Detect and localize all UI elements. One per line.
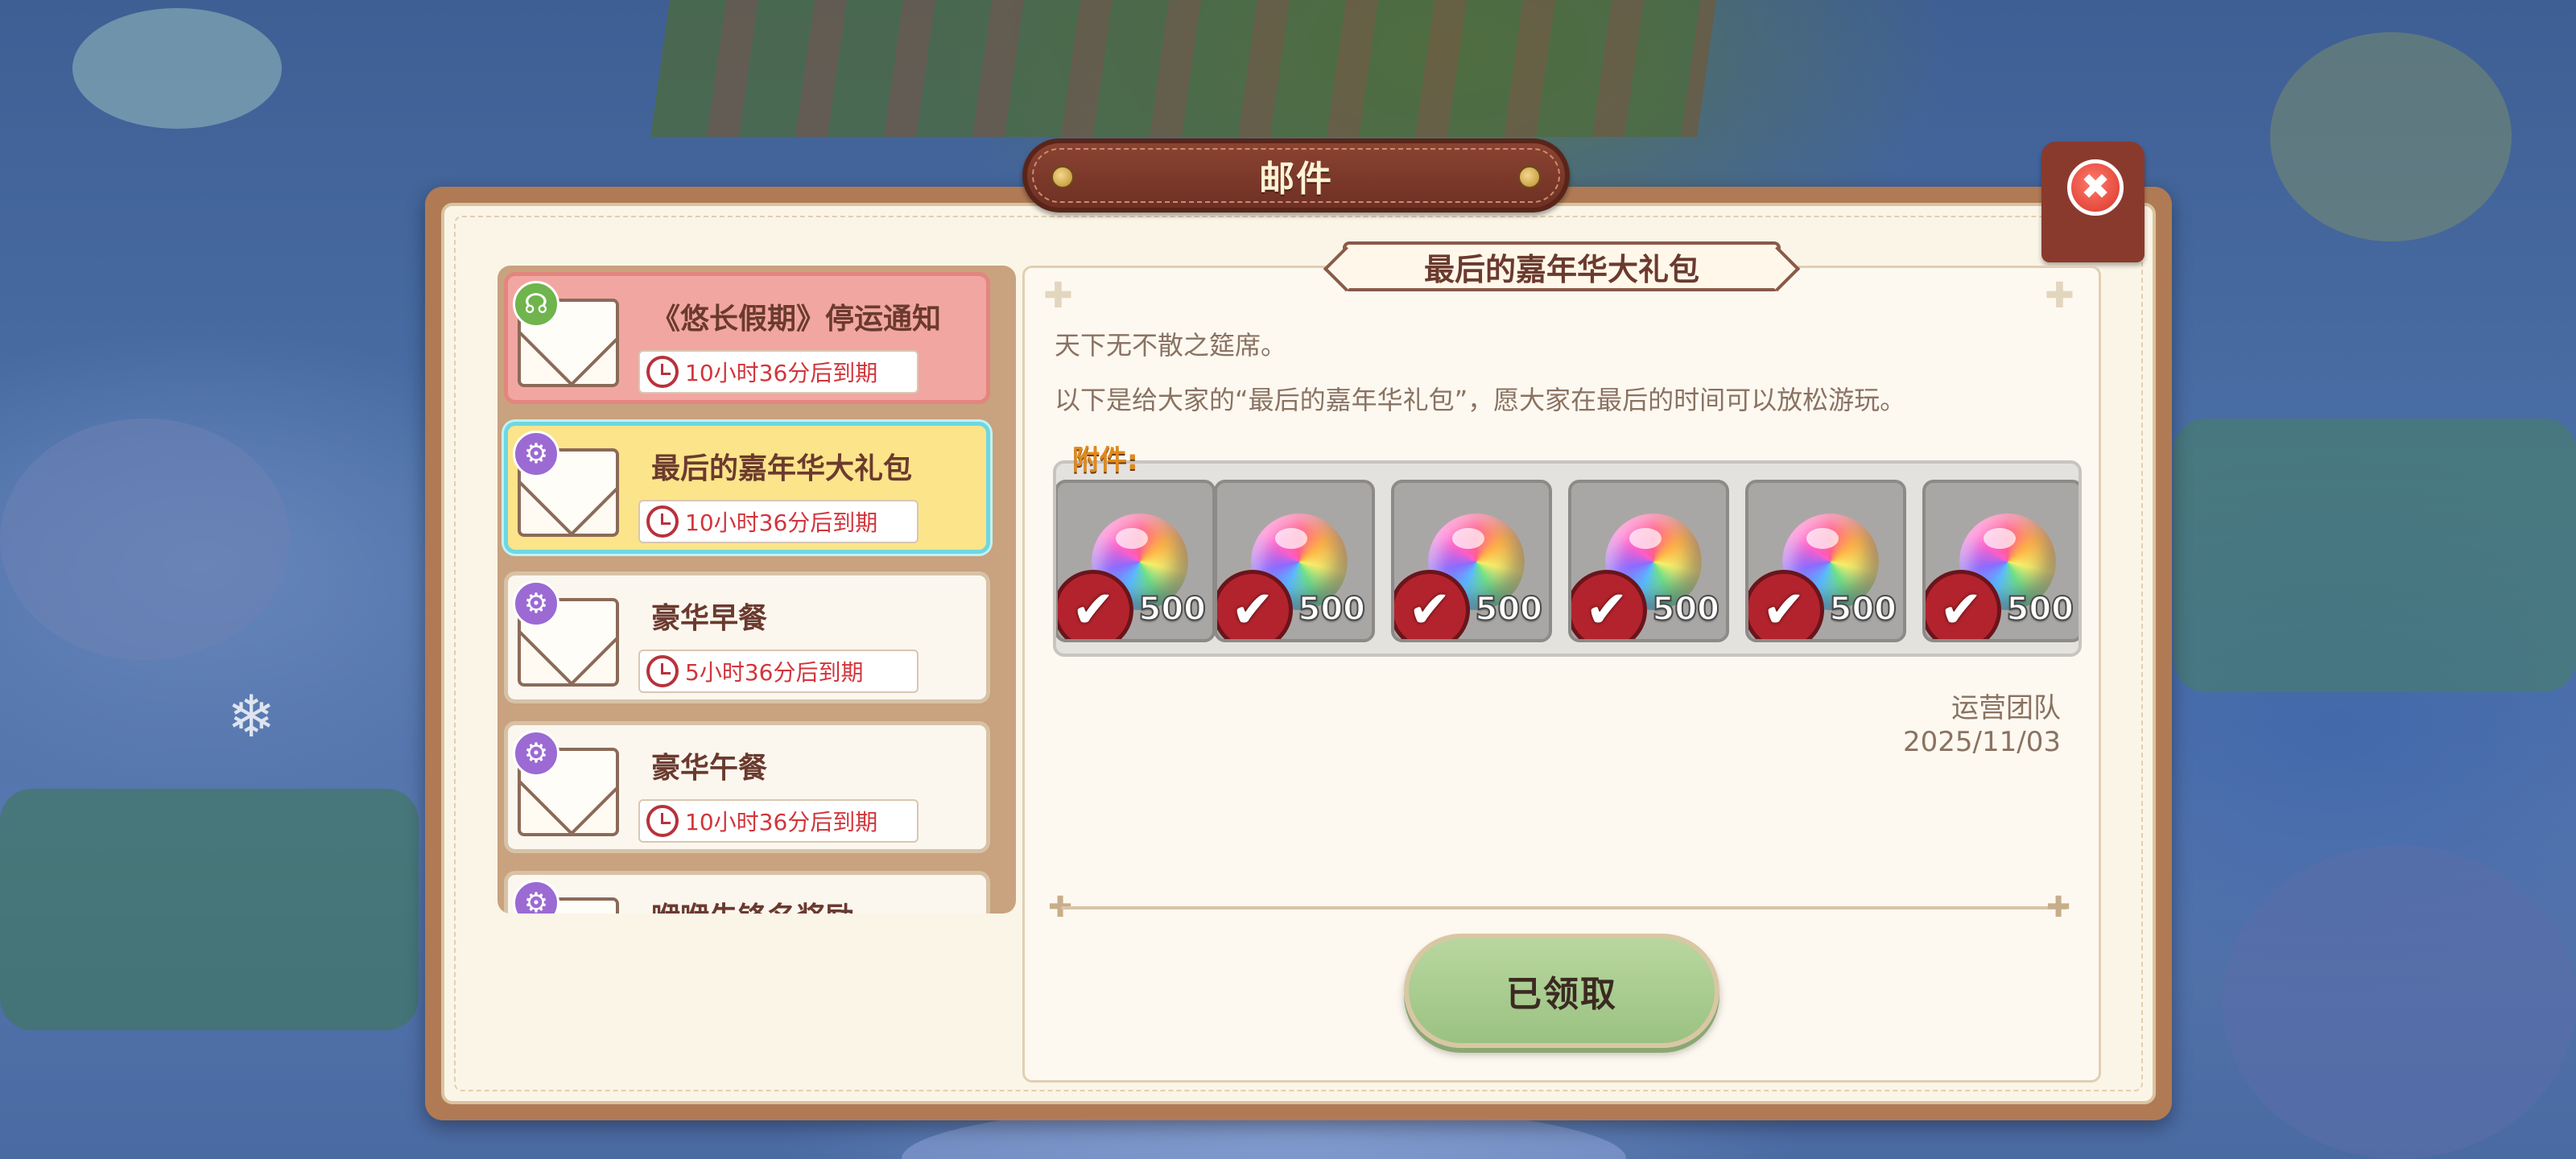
attachment-item[interactable]: ✔ 500 bbox=[1745, 480, 1906, 642]
mail-body-line: 天下无不散之筵席。 bbox=[1055, 330, 1287, 361]
mail-expiry: 10小时36分后到期 bbox=[638, 500, 919, 543]
mail-body-line: 以下是给大家的“最后的嘉年华礼包”，愿大家在最后的时间可以放松游玩。 bbox=[1055, 385, 1906, 415]
close-icon: ✖ bbox=[2080, 167, 2111, 208]
gear-icon: ⚙ bbox=[513, 580, 559, 627]
mail-item-title: 咿咿先锋名奖励 bbox=[651, 894, 854, 914]
headset-icon: ☊ bbox=[513, 281, 559, 328]
gear-icon: ⚙ bbox=[513, 431, 559, 477]
attachment-quantity: 500 bbox=[1829, 590, 1897, 629]
mail-expiry: 10小时36分后到期 bbox=[638, 350, 919, 394]
divider-cap-icon: ✚ bbox=[2046, 891, 2071, 924]
mail-item-title: 豪华午餐 bbox=[651, 752, 768, 785]
mail-expiry-text: 5小时36分后到期 bbox=[685, 659, 864, 686]
gear-icon: ⚙ bbox=[513, 880, 559, 914]
grass-patch bbox=[0, 789, 419, 1030]
mail-expiry-text: 10小时36分后到期 bbox=[685, 809, 878, 835]
content-divider bbox=[1061, 906, 2067, 909]
claimed-button-label: 已领取 bbox=[1506, 974, 1617, 1015]
alarm-clock-icon bbox=[646, 505, 679, 538]
attachment-quantity: 500 bbox=[1138, 590, 1207, 629]
attachment-item[interactable]: ✔ 500 bbox=[1056, 480, 1216, 642]
screw-icon bbox=[1051, 166, 1074, 188]
alarm-clock-icon bbox=[646, 655, 679, 687]
rock bbox=[2222, 845, 2576, 1159]
attachments-list[interactable]: ✔ 500 ✔ 500 ✔ 500 ✔ 500 ✔ 500 ✔ 500 bbox=[1053, 460, 2082, 657]
mail-expiry-text: 10小时36分后到期 bbox=[685, 360, 878, 386]
alarm-clock-icon bbox=[646, 805, 679, 837]
cat-statue bbox=[2270, 32, 2512, 241]
mail-item[interactable]: ☊ 《悠长假期》停运通知 10小时36分后到期 bbox=[504, 272, 990, 404]
mail-item[interactable]: ⚙ 咿咿先锋名奖励 bbox=[504, 871, 990, 914]
gear-icon: ⚙ bbox=[513, 730, 559, 777]
tree-foliage bbox=[72, 8, 282, 129]
attachment-item[interactable]: ✔ 500 bbox=[1568, 480, 1729, 642]
dialog-title-plate: 邮件 bbox=[1022, 138, 1570, 212]
screw-icon bbox=[1518, 166, 1541, 188]
dialog-title: 邮件 bbox=[1259, 159, 1333, 200]
snowflake-icon: ❄ bbox=[227, 683, 276, 750]
attachment-item[interactable]: ✔ 500 bbox=[1391, 480, 1552, 642]
mail-item[interactable]: ⚙ 豪华早餐 5小时36分后到期 bbox=[504, 571, 990, 703]
attachment-quantity: 500 bbox=[1652, 590, 1720, 629]
close-button[interactable]: ✖ bbox=[2067, 159, 2124, 216]
mail-item[interactable]: ⚙ 豪华午餐 10小时36分后到期 bbox=[504, 721, 990, 853]
rock bbox=[0, 419, 290, 660]
attachment-item[interactable]: ✔ 500 bbox=[1922, 480, 2079, 642]
mail-expiry: 10小时36分后到期 bbox=[638, 799, 919, 843]
mail-sender: 运营团队 bbox=[1951, 692, 2061, 724]
mail-detail-title-plate: 最后的嘉年华大礼包 bbox=[1343, 241, 1781, 291]
corner-decoration-icon: ✚ bbox=[1043, 275, 1073, 316]
attachment-quantity: 500 bbox=[1298, 590, 1366, 629]
mail-item-title: 豪华早餐 bbox=[651, 602, 768, 635]
attachments-label: 附件: bbox=[1072, 444, 1138, 476]
mail-item-title: 最后的嘉年华大礼包 bbox=[651, 452, 913, 485]
mail-list-footer bbox=[497, 914, 1016, 1091]
attachment-quantity: 500 bbox=[1475, 590, 1543, 629]
alarm-clock-icon bbox=[646, 356, 679, 388]
mail-list[interactable]: ☊ 《悠长假期》停运通知 10小时36分后到期 ⚙ 最后的嘉年华大礼包 10小时… bbox=[497, 266, 1016, 914]
mail-expiry: 5小时36分后到期 bbox=[638, 650, 919, 693]
mail-date: 2025/11/03 bbox=[1903, 726, 2061, 758]
grass-patch bbox=[2174, 419, 2576, 692]
mail-item-title: 《悠长假期》停运通知 bbox=[651, 303, 942, 336]
attachment-item[interactable]: ✔ 500 bbox=[1214, 480, 1375, 642]
crop-field bbox=[650, 0, 1716, 137]
claimed-button[interactable]: 已领取 bbox=[1404, 934, 1719, 1048]
attachment-quantity: 500 bbox=[2006, 590, 2074, 629]
mail-expiry-text: 10小时36分后到期 bbox=[685, 509, 878, 536]
mail-item-selected[interactable]: ⚙ 最后的嘉年华大礼包 10小时36分后到期 bbox=[504, 422, 990, 554]
corner-decoration-icon: ✚ bbox=[2045, 275, 2074, 316]
mail-detail-title: 最后的嘉年华大礼包 bbox=[1423, 251, 1699, 287]
